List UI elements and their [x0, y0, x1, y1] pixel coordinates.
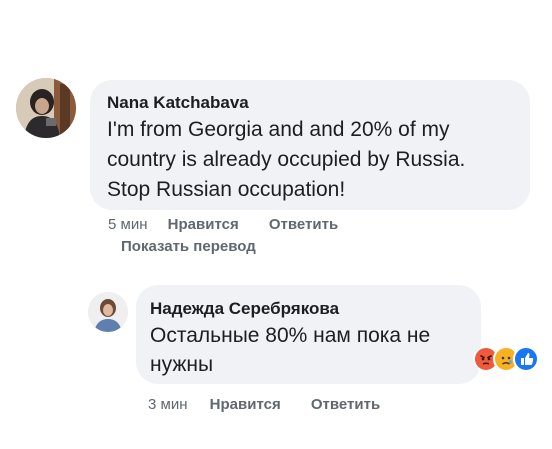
comment-bubble: Nana Katchabava I'm from Georgia and and… — [90, 80, 530, 210]
avatar[interactable] — [16, 78, 76, 138]
avatar-photo — [16, 78, 76, 138]
comment-actions: 5 мин Нравится Ответить — [108, 216, 338, 233]
comment-text-line: country is already occupied by Russia. — [107, 148, 466, 171]
show-translation-link[interactable]: Показать перевод — [121, 238, 256, 255]
reaction-summary[interactable] — [473, 346, 552, 372]
comment-bubble: Надежда Серебрякова Остальные 80% нам по… — [136, 285, 481, 384]
comment-text-line: Stop Russian occupation! — [107, 178, 346, 201]
comment-text-line: Остальные 80% нам пока не — [150, 324, 431, 347]
like-button[interactable]: Нравится — [210, 396, 281, 413]
comment-time[interactable]: 3 мин — [148, 396, 188, 413]
comment-text-line: I'm from Georgia and and 20% of my — [107, 118, 450, 141]
reply-button[interactable]: Ответить — [311, 396, 380, 413]
comment-time[interactable]: 5 мин — [108, 216, 148, 233]
reply-button[interactable]: Ответить — [269, 216, 338, 233]
avatar-photo — [88, 292, 128, 332]
like-button[interactable]: Нравится — [168, 216, 239, 233]
comment-author[interactable]: Надежда Серебрякова — [150, 297, 465, 321]
comment-text-line: нужны — [150, 353, 214, 376]
comment-actions-row: 3 мин Нравится Ответить — [148, 396, 380, 413]
like-reaction-icon — [513, 346, 539, 372]
comment-author[interactable]: Nana Katchabava — [107, 91, 514, 115]
avatar[interactable] — [88, 292, 128, 332]
